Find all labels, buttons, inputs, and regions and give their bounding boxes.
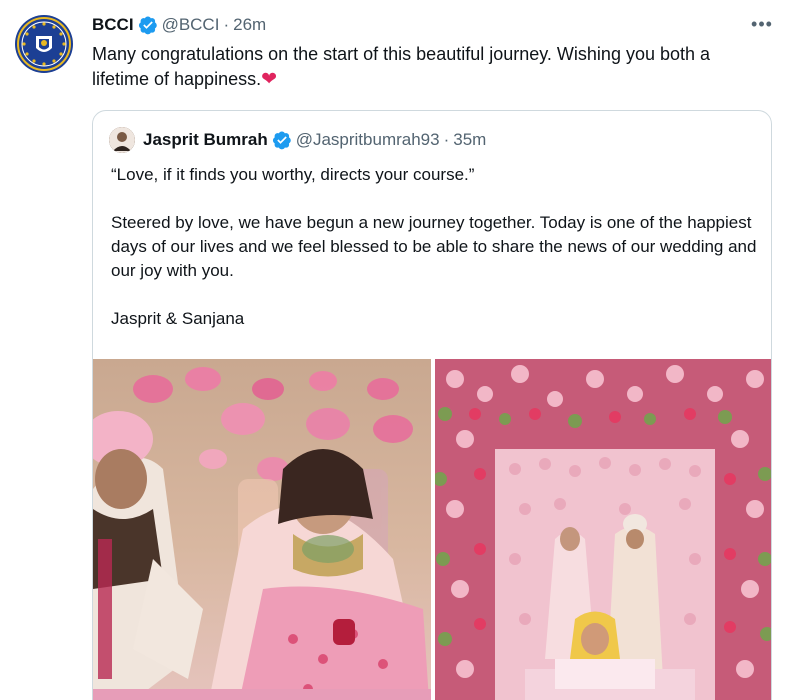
more-options-icon[interactable]: ••• xyxy=(748,10,776,38)
wedding-photo-flower-wall[interactable] xyxy=(435,359,771,700)
quoted-timestamp[interactable]: 35m xyxy=(453,130,486,150)
quoted-author-name[interactable]: Jasprit Bumrah xyxy=(143,130,268,150)
tweet[interactable]: BCCI @BCCI · 26m ••• Many congratulation… xyxy=(0,0,800,700)
quoted-paragraph: Jasprit & Sanjana xyxy=(111,309,245,328)
quoted-header: Jasprit Bumrah @Jaspritbumrah93 · 35m xyxy=(143,128,486,152)
tweet-text-content: Many congratulations on the start of thi… xyxy=(92,44,711,89)
heart-emoji-icon: ❤ xyxy=(261,69,278,90)
tweet-text: Many congratulations on the start of thi… xyxy=(92,42,772,92)
tweet-timestamp[interactable]: 26m xyxy=(233,15,266,35)
quoted-avatar[interactable] xyxy=(109,127,135,153)
quoted-paragraph: “Love, if it finds you worthy, directs y… xyxy=(111,165,475,184)
quoted-tweet[interactable]: Jasprit Bumrah @Jaspritbumrah93 · 35m “L… xyxy=(92,110,772,700)
verified-badge-icon xyxy=(272,130,292,150)
bcci-avatar[interactable] xyxy=(14,14,74,74)
quoted-author-handle[interactable]: @Jaspritbumrah93 xyxy=(296,130,440,150)
separator-dot: · xyxy=(223,15,230,34)
media-grid xyxy=(93,359,771,700)
wedding-photo-couple[interactable] xyxy=(93,359,431,700)
quoted-text: “Love, if it finds you worthy, directs y… xyxy=(111,163,761,331)
verified-badge-icon xyxy=(138,15,158,35)
tweet-header: BCCI @BCCI · 26m xyxy=(92,12,266,38)
quoted-paragraph: Steered by love, we have begun a new jou… xyxy=(111,213,757,280)
separator-dot: · xyxy=(443,130,450,149)
author-name[interactable]: BCCI xyxy=(92,15,134,35)
person-avatar-icon xyxy=(109,127,135,153)
author-handle[interactable]: @BCCI xyxy=(162,15,220,35)
bcci-logo-icon xyxy=(15,15,73,73)
